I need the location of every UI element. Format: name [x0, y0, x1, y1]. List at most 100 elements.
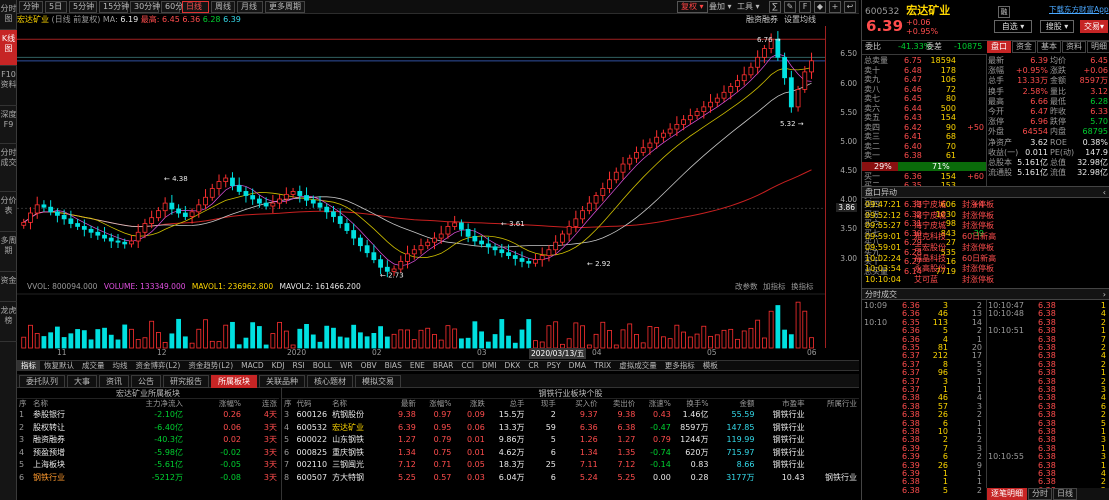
indicator-tab-10[interactable]: WR — [336, 361, 357, 370]
alert-row[interactable]: 09:55:27 海宁皮城 封涨停板 — [862, 221, 1109, 231]
ma-settings-link[interactable]: 设置均线 — [784, 14, 816, 26]
left-tab-5[interactable]: 分价表 — [0, 192, 17, 232]
mark-icon[interactable]: ◆ — [814, 1, 826, 13]
steel-row[interactable]: 7 002110 三钢闽光 7.12 0.71 0.05 18.3万 25 7.11 7.12 -0… — [282, 459, 859, 472]
period-5[interactable]: 60分钟 — [161, 1, 191, 13]
quote-tab-2[interactable]: 基本 — [1037, 41, 1061, 53]
left-tab-4[interactable]: 分时成交 — [0, 144, 17, 192]
period-6[interactable]: 日线 — [182, 1, 209, 13]
adjust-select[interactable]: 复权 ▾ — [677, 1, 708, 13]
indicator-tab-0[interactable]: 指标 — [17, 361, 40, 370]
indicator-tab-2[interactable]: 成交量 — [78, 361, 109, 370]
alert-row[interactable]: 10:02:24 福晶科技 60日新高 — [862, 254, 1109, 264]
left-tab-8[interactable]: 龙虎榜 — [0, 302, 17, 342]
steel-row[interactable]: 6 000825 重庆钢铁 1.34 0.75 0.01 4.62万 6 1.34 1.35 -0.… — [282, 447, 859, 460]
sell-level[interactable]: 卖二 6.40 70 — [862, 142, 986, 152]
collapse-icon[interactable]: › — [1103, 289, 1106, 300]
left-tab-7[interactable]: 资金 — [0, 272, 17, 302]
sell-level[interactable]: 卖一 6.38 61 — [862, 151, 986, 161]
indicator-tab-14[interactable]: BRAR — [429, 361, 457, 370]
overlay-menu[interactable]: 叠加 ▾ — [709, 1, 732, 13]
back-icon[interactable]: ↩ — [844, 1, 856, 13]
period-8[interactable]: 月线 — [237, 1, 263, 13]
sector-row[interactable]: 4 预盈预增 -5.98亿 -0.02 3天 — [17, 447, 279, 460]
quote-tab-0[interactable]: 盘口 — [987, 41, 1011, 53]
sell-level[interactable]: 卖三 6.41 68 — [862, 132, 986, 142]
add-watchlist-button[interactable]: 自选 ▾ — [994, 20, 1032, 33]
stats-icon[interactable]: ∑ — [769, 1, 781, 13]
indicator-tab-4[interactable]: 资金博弈(L2) — [132, 361, 185, 370]
left-tab-3[interactable]: 深度F9 — [0, 106, 17, 144]
indicator-tab-19[interactable]: PSY — [543, 361, 565, 370]
left-tab-0[interactable]: 分时图 — [0, 0, 17, 30]
trade-tab-2[interactable]: 日线 — [1053, 488, 1077, 500]
sell-level[interactable]: 卖八 6.46 72 — [862, 85, 986, 95]
alert-row[interactable]: 10:10:04 艾可蓝 封涨停板 — [862, 275, 1109, 285]
bottom-tab-5[interactable]: 所属板块 — [211, 375, 257, 388]
indicator-tab-3[interactable]: 均线 — [109, 361, 132, 370]
candlestick-chart[interactable]: ← 4.38 ← 2.73 ← 3.61 ← 2.92 6.76 → 5.32 → — [17, 26, 859, 282]
indicator-tab-17[interactable]: DKX — [500, 361, 524, 370]
sell-level[interactable]: 总卖量 6.75 18594 — [862, 56, 986, 66]
bottom-tab-7[interactable]: 核心题材 — [307, 375, 353, 388]
sell-level[interactable]: 卖九 6.47 106 — [862, 75, 986, 85]
indicator-tab-16[interactable]: DMI — [478, 361, 500, 370]
trade-button[interactable]: 交易▾ — [1080, 20, 1108, 33]
period-0[interactable]: 分钟 — [19, 1, 43, 13]
indicator-tab-6[interactable]: MACD — [237, 361, 267, 370]
app-download-link[interactable]: 下载东方财富App — [1049, 4, 1109, 15]
tools-menu[interactable]: 工具 ▾ — [737, 1, 760, 13]
indicator-tab-9[interactable]: BOLL — [309, 361, 336, 370]
indicator-tab-20[interactable]: DMA — [565, 361, 590, 370]
quote-tab-1[interactable]: 资金 — [1012, 41, 1036, 53]
steel-row[interactable]: 4 600532 宏达矿业 6.39 0.95 0.06 13.3万 59 6.36 6.38 -0… — [282, 422, 859, 435]
alert-row[interactable]: 09:59:01 吉宏股份 封涨停板 — [862, 243, 1109, 253]
period-2[interactable]: 5分钟 — [69, 1, 97, 13]
indicator-tab-18[interactable]: CR — [524, 361, 542, 370]
bottom-tab-2[interactable]: 资讯 — [99, 375, 129, 388]
left-tab-2[interactable]: F10资料 — [0, 66, 17, 106]
quote-tab-4[interactable]: 明细 — [1087, 41, 1109, 53]
add-fav-icon[interactable]: + — [829, 1, 841, 13]
draw-icon[interactable]: ✎ — [784, 1, 796, 13]
indicator-tab-5[interactable]: 资金趋势(L2) — [184, 361, 237, 370]
sell-level[interactable]: 卖十 6.48 178 — [862, 66, 986, 76]
sector-row[interactable]: 1 参股银行 -2.10亿 0.26 4天 — [17, 409, 279, 422]
left-tab-6[interactable]: 多周期 — [0, 232, 17, 272]
indicator-tab-1[interactable]: 恢复默认 — [40, 361, 78, 370]
indicator-tab-13[interactable]: ENE — [406, 361, 429, 370]
alert-row[interactable]: 09:47:21 海宁皮城 封涨停板 — [862, 200, 1109, 210]
bottom-tab-1[interactable]: 大事 — [67, 375, 97, 388]
bottom-tab-0[interactable]: 委托队列 — [19, 375, 65, 388]
sector-row[interactable]: 3 融资融券 -40.3亿 0.02 3天 — [17, 434, 279, 447]
left-tab-1[interactable]: K线图 — [0, 30, 17, 66]
indicator-tab-15[interactable]: CCI — [457, 361, 478, 370]
period-3[interactable]: 15分钟 — [99, 1, 129, 13]
sell-level[interactable]: 卖六 6.44 500 — [862, 104, 986, 114]
period-4[interactable]: 30分钟 — [130, 1, 160, 13]
bottom-tab-8[interactable]: 模拟交易 — [355, 375, 401, 388]
search-stock-button[interactable]: 搜股 ▾ — [1040, 20, 1074, 33]
period-1[interactable]: 5日 — [45, 1, 67, 13]
sector-row[interactable]: 5 上海板块 -5.61亿 -0.05 3天 — [17, 459, 279, 472]
trade-tab-0[interactable]: 逐笔明细 — [987, 488, 1027, 500]
buy-level[interactable]: 买一 6.36 154 +60 — [862, 172, 986, 182]
indicator-tab-7[interactable]: KDJ — [268, 361, 289, 370]
f10-icon[interactable]: F — [799, 1, 811, 13]
indicator-tab-22[interactable]: 虚拟成交量 — [615, 361, 661, 370]
bottom-tab-6[interactable]: 关联品种 — [259, 375, 305, 388]
indicator-tab-21[interactable]: TRIX — [590, 361, 615, 370]
bottom-tab-4[interactable]: 研究报告 — [163, 375, 209, 388]
sell-level[interactable]: 卖四 6.42 90 +50 — [862, 123, 986, 133]
steel-row[interactable]: 8 600507 方大特钢 5.25 0.57 0.03 6.04万 6 5.24 5.25 0.0… — [282, 472, 859, 485]
add-indicator-link[interactable]: 加指标 — [763, 282, 786, 292]
indicator-tab-23[interactable]: 更多指标 — [661, 361, 699, 370]
quote-tab-3[interactable]: 资料 — [1062, 41, 1086, 53]
alert-row[interactable]: 10:03:54 永高股份 封涨停板 — [862, 264, 1109, 274]
margin-trading-link[interactable]: 融资融券 — [746, 14, 778, 26]
indicator-tab-12[interactable]: BIAS — [381, 361, 406, 370]
collapse-icon[interactable]: ‹ — [1103, 187, 1106, 198]
bottom-tab-3[interactable]: 公告 — [131, 375, 161, 388]
trade-tab-1[interactable]: 分时 — [1028, 488, 1052, 500]
alert-row[interactable]: 09:52:12 海宁皮城 封涨停板 — [862, 211, 1109, 221]
